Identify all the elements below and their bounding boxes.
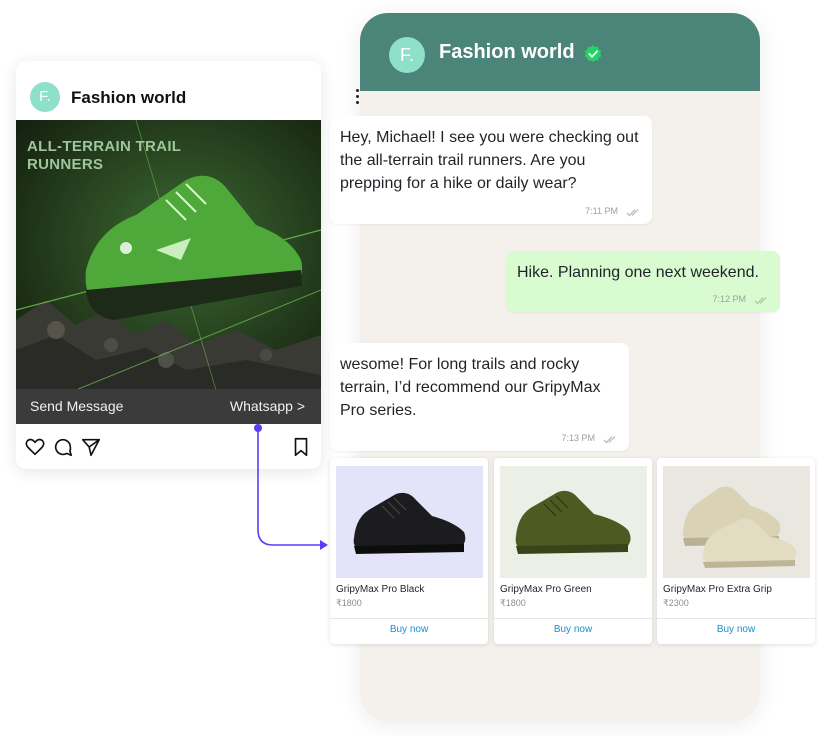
message-time: 7:11 PM <box>585 206 618 216</box>
send-message-link[interactable]: Send Message <box>30 398 123 414</box>
chat-header: F. Fashion world <box>360 13 760 91</box>
product-name: GripyMax Pro Green <box>500 584 592 595</box>
incoming-message: wesome! For long trails and rocky terrai… <box>329 343 629 451</box>
product-name: GripyMax Pro Extra Grip <box>663 584 772 595</box>
product-image <box>336 466 483 578</box>
message-time: 7:12 PM <box>712 294 746 304</box>
product-card[interactable]: GripyMax Pro Extra Grip ₹2300 Buy now <box>657 458 815 644</box>
read-ticks-icon <box>603 436 616 444</box>
post-actions <box>16 433 321 459</box>
product-price: ₹1800 <box>500 598 526 608</box>
card-divider <box>494 618 652 619</box>
heart-icon[interactable] <box>24 436 46 458</box>
product-card[interactable]: GripyMax Pro Black ₹1800 Buy now <box>330 458 488 644</box>
post-account-name: Fashion world <box>71 88 187 107</box>
message-time: 7:13 PM <box>561 433 595 443</box>
brand-avatar: F. <box>389 37 425 73</box>
outgoing-message: Hike. Planning one next weekend. 7:12 PM <box>506 251 780 312</box>
social-ad-post: F. Fashion world ALL-TERRAIN TRAIL RUNNE… <box>16 61 321 469</box>
card-divider <box>330 618 488 619</box>
product-name: GripyMax Pro Black <box>336 584 425 595</box>
product-price: ₹2300 <box>663 598 689 608</box>
message-text: wesome! For long trails and rocky terrai… <box>340 356 601 419</box>
buy-now-button[interactable]: Buy now <box>330 624 488 635</box>
product-image <box>663 466 810 578</box>
read-ticks-icon <box>626 209 639 217</box>
cta-bar: Send Message Whatsapp > <box>16 389 321 424</box>
incoming-message: Hey, Michael! I see you were checking ou… <box>329 116 652 224</box>
read-ticks-icon <box>754 297 767 305</box>
whatsapp-link[interactable]: Whatsapp > <box>230 398 305 414</box>
product-card[interactable]: GripyMax Pro Green ₹1800 Buy now <box>494 458 652 644</box>
comment-icon[interactable] <box>52 436 74 458</box>
product-price: ₹1800 <box>336 598 362 608</box>
buy-now-button[interactable]: Buy now <box>494 624 652 635</box>
message-text: Hey, Michael! I see you were checking ou… <box>340 129 639 192</box>
share-icon[interactable] <box>80 436 102 458</box>
product-image <box>500 466 647 578</box>
buy-now-button[interactable]: Buy now <box>657 624 815 635</box>
bookmark-icon[interactable] <box>290 436 312 458</box>
chat-contact-name: Fashion world <box>439 41 575 63</box>
message-text: Hike. Planning one next weekend. <box>517 264 759 281</box>
card-divider <box>657 618 815 619</box>
ad-headline: ALL-TERRAIN TRAIL RUNNERS <box>27 138 181 173</box>
verified-badge-icon <box>584 45 602 63</box>
more-options-icon[interactable] <box>356 89 360 107</box>
brand-avatar: F. <box>30 82 60 112</box>
